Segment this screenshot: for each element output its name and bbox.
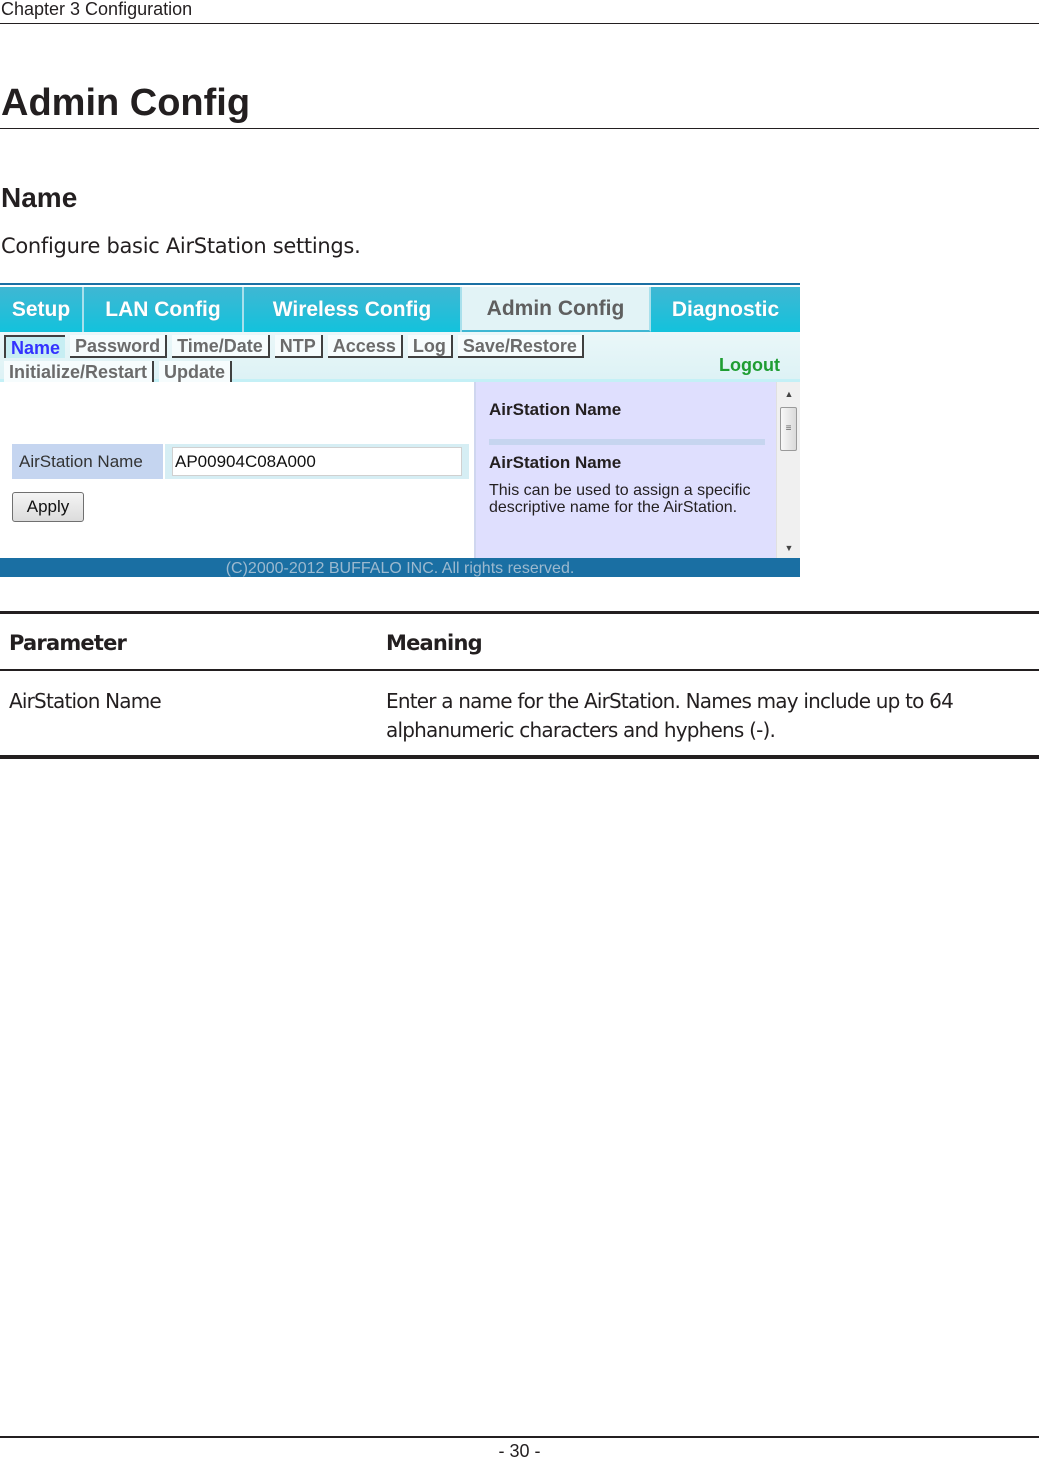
help-text: This can be used to assign a specific de… bbox=[489, 482, 751, 516]
tab-lan-config[interactable]: LAN Config bbox=[84, 287, 244, 332]
cell-parameter: AirStation Name bbox=[9, 689, 162, 713]
airstation-ui-screenshot: Setup LAN Config Wireless Config Admin C… bbox=[0, 283, 800, 577]
help-subtitle: AirStation Name bbox=[489, 453, 622, 472]
help-title: AirStation Name bbox=[489, 400, 622, 419]
cell-meaning: Enter a name for the AirStation. Names m… bbox=[386, 689, 954, 742]
table-row: AirStation Name Enter a name for the Air… bbox=[0, 671, 1039, 755]
scroll-down-arrow-icon[interactable]: ▼ bbox=[777, 540, 800, 556]
subtab-initialize-restart[interactable]: Initialize/Restart bbox=[4, 361, 155, 384]
help-divider bbox=[489, 439, 765, 445]
scroll-grip-icon: ≡ bbox=[785, 423, 792, 434]
table-header: Parameter Meaning bbox=[0, 614, 1039, 671]
chapter-header-text: Chapter 3 Configuration bbox=[1, 0, 193, 19]
tab-admin-config[interactable]: Admin Config bbox=[462, 287, 651, 332]
tab-setup[interactable]: Setup bbox=[0, 287, 84, 332]
sub-navigation: Name Password Time/Date NTP Access Log S… bbox=[0, 332, 800, 384]
subtab-access[interactable]: Access bbox=[327, 335, 403, 358]
help-panel: AirStation Name AirStation Name This can… bbox=[474, 382, 776, 558]
airstation-name-label: AirStation Name bbox=[12, 444, 163, 479]
chapter-header: Chapter 3 Configuration bbox=[0, 0, 1039, 24]
logout-link[interactable]: Logout bbox=[719, 355, 780, 376]
scroll-up-arrow-icon[interactable]: ▲ bbox=[777, 386, 800, 402]
header-parameter: Parameter bbox=[9, 631, 127, 655]
subtab-save-restore[interactable]: Save/Restore bbox=[457, 335, 584, 358]
sub-nav-row-2: Initialize/Restart Update bbox=[4, 361, 233, 384]
parameter-table: Parameter Meaning AirStation Name Enter … bbox=[0, 611, 1039, 759]
airstation-name-row: AirStation Name bbox=[12, 444, 469, 479]
subtab-log[interactable]: Log bbox=[407, 335, 453, 358]
subtab-name[interactable]: Name bbox=[4, 335, 66, 358]
page-number: - 30 - bbox=[498, 1441, 541, 1459]
subtab-update[interactable]: Update bbox=[159, 361, 233, 384]
page-footer: - 30 - bbox=[0, 1436, 1039, 1459]
main-tab-bar: Setup LAN Config Wireless Config Admin C… bbox=[0, 287, 800, 332]
section-title: Name bbox=[1, 182, 78, 213]
scroll-thumb[interactable]: ≡ bbox=[780, 407, 797, 451]
subtab-ntp[interactable]: NTP bbox=[274, 335, 323, 358]
help-scrollbar[interactable]: ▲ ≡ ▼ bbox=[776, 382, 800, 558]
settings-form: AirStation Name Apply bbox=[0, 382, 472, 558]
section-description: Configure basic AirStation settings. bbox=[1, 234, 361, 258]
page-title: Admin Config bbox=[1, 82, 251, 124]
copyright-footer: (C)2000-2012 BUFFALO INC. All rights res… bbox=[0, 558, 800, 577]
tab-diagnostic[interactable]: Diagnostic bbox=[651, 287, 800, 332]
apply-button[interactable]: Apply bbox=[12, 492, 84, 522]
airstation-name-cell bbox=[165, 444, 469, 479]
page-title-block: Admin Config bbox=[0, 80, 1039, 129]
header-meaning: Meaning bbox=[386, 631, 483, 655]
tab-wireless-config[interactable]: Wireless Config bbox=[244, 287, 462, 332]
subtab-password[interactable]: Password bbox=[70, 335, 168, 358]
sub-nav-row-1: Name Password Time/Date NTP Access Log S… bbox=[4, 335, 584, 358]
subtab-time-date[interactable]: Time/Date bbox=[172, 335, 270, 358]
airstation-name-input[interactable] bbox=[172, 447, 462, 476]
